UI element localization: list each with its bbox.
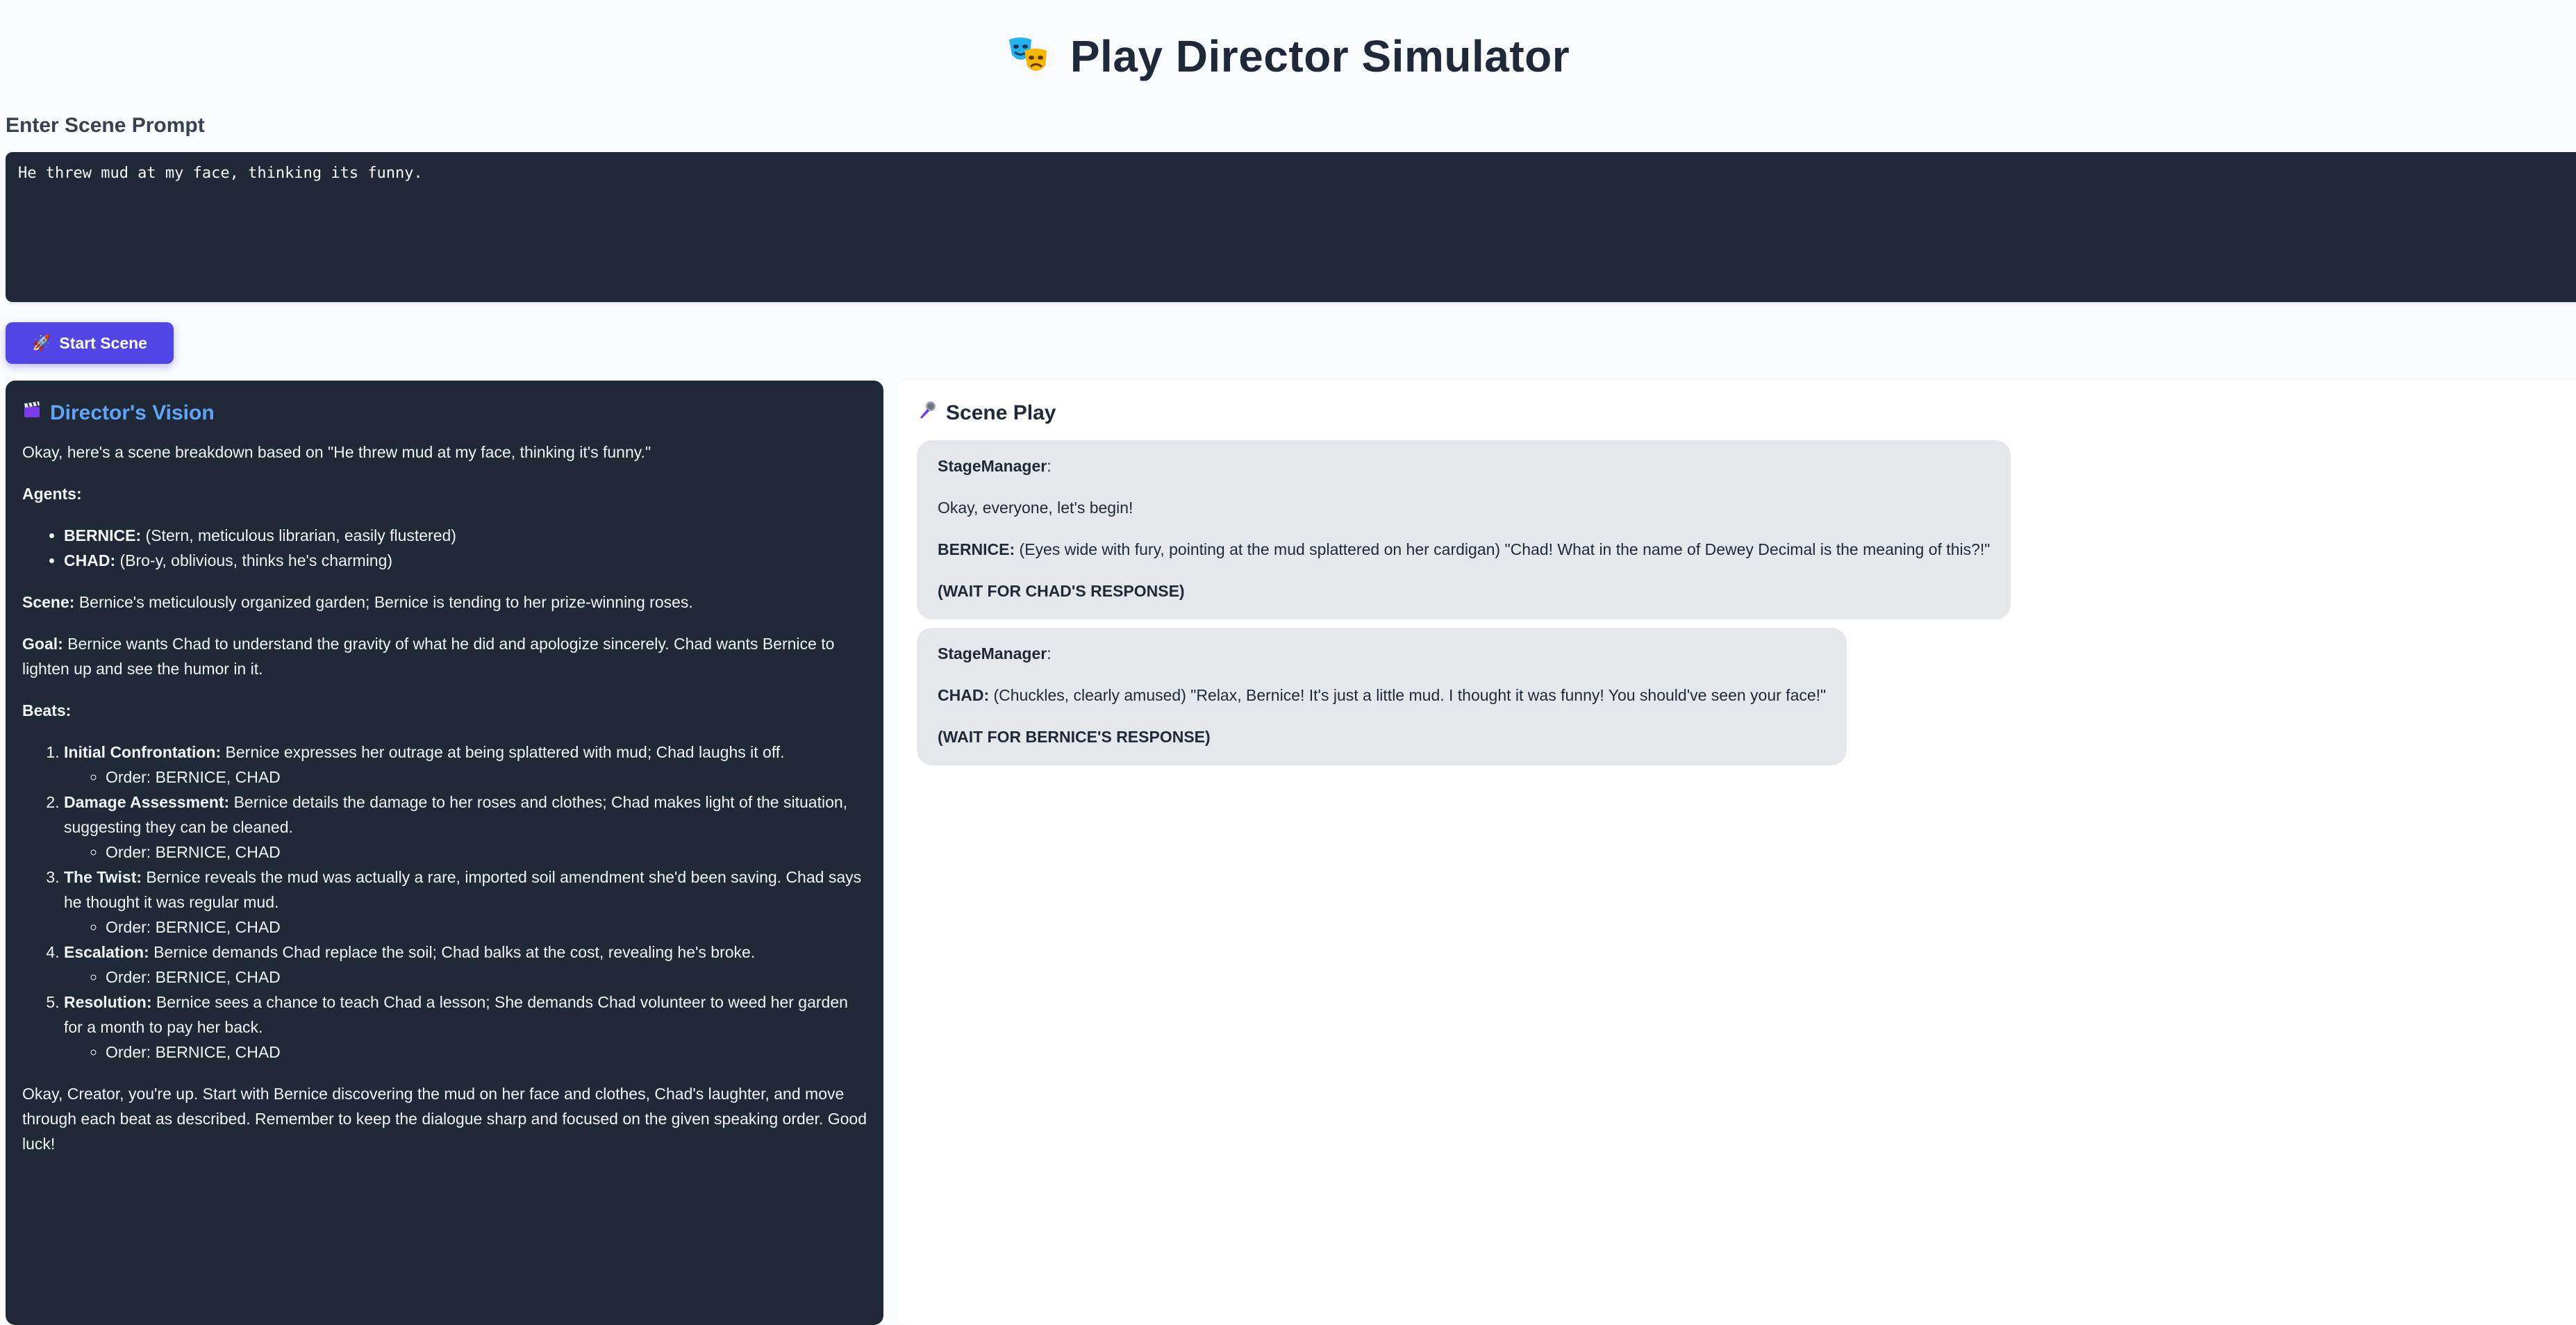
agent-desc: (Stern, meticulous librarian, easily flu… (141, 526, 456, 544)
beat-order: Order: BERNICE, CHAD (106, 1040, 867, 1065)
beat-label: The Twist: (64, 868, 142, 886)
scene-play-header: Scene Play (917, 400, 2576, 426)
beat-order: Order: BERNICE, CHAD (106, 965, 867, 990)
beat-label: Initial Confrontation: (64, 743, 222, 761)
beat-order: Order: BERNICE, CHAD (106, 765, 867, 790)
beat-item: Initial Confrontation: Bernice expresses… (64, 740, 867, 790)
goal-label: Goal: (22, 635, 63, 653)
beat-label: Escalation: (64, 943, 149, 961)
rocket-icon: 🚀 (32, 334, 51, 351)
scene-label: Scene: (22, 593, 75, 611)
director-intro: Okay, here's a scene breakdown based on … (22, 443, 651, 461)
goal-text: Bernice wants Chad to understand the gra… (22, 635, 835, 678)
start-scene-button[interactable]: 🚀 Start Scene (6, 322, 174, 364)
directors-vision-header: Director's Vision (22, 400, 867, 426)
line-text: (Chuckles, clearly amused) "Relax, Berni… (989, 686, 1827, 704)
line-text: (Eyes wide with fury, pointing at the mu… (1015, 540, 1991, 558)
scene-prompt-input[interactable]: He threw mud at my face, thinking its fu… (6, 152, 2576, 302)
chat-message: StageManager: CHAD: (Chuckles, clearly a… (917, 628, 1847, 765)
beat-item: The Twist: Bernice reveals the mud was a… (64, 865, 867, 940)
list-item: CHAD: (Bro-y, oblivious, thinks he's cha… (64, 548, 867, 573)
scene-play-title: Scene Play (946, 401, 1056, 424)
beats-heading: Beats: (22, 701, 72, 719)
agent-name: BERNICE: (64, 526, 142, 544)
beat-label: Resolution: (64, 993, 152, 1011)
beat-label: Damage Assessment: (64, 793, 230, 811)
beat-item: Escalation: Bernice demands Chad replace… (64, 940, 867, 990)
app-title: Play Director Simulator (1070, 31, 1570, 81)
beat-order: Order: BERNICE, CHAD (106, 840, 867, 865)
agents-heading: Agents: (22, 485, 82, 503)
beat-item: Damage Assessment: Bernice details the d… (64, 790, 867, 865)
goal-description: Goal: Bernice wants Chad to understand t… (22, 631, 867, 681)
directors-vision-title: Director's Vision (50, 401, 215, 424)
beat-item: Resolution: Bernice sees a chance to tea… (64, 990, 867, 1065)
beat-text: Bernice sees a chance to teach Chad a le… (64, 993, 848, 1036)
scene-description: Scene: Bernice's meticulously organized … (22, 590, 867, 615)
beat-text: Bernice expresses her outrage at being s… (221, 743, 785, 761)
director-closing: Okay, Creator, you're up. Start with Ber… (22, 1085, 867, 1153)
message-intro: Okay, everyone, let's begin! (938, 499, 1133, 517)
prompt-label: Enter Scene Prompt (6, 114, 205, 137)
theater-masks-icon (1006, 34, 1051, 78)
chat-message: StageManager: Okay, everyone, let's begi… (917, 440, 2011, 619)
app-header: Play Director Simulator (0, 25, 2576, 88)
list-item: BERNICE: (Stern, meticulous librarian, e… (64, 523, 867, 548)
beat-text: Bernice reveals the mud was actually a r… (64, 868, 862, 911)
directors-vision-panel: Director's Vision Okay, here's a scene b… (6, 381, 883, 1325)
clapperboard-icon (22, 400, 42, 426)
beat-text: Bernice demands Chad replace the soil; C… (149, 943, 756, 961)
message-speaker: StageManager (938, 644, 1047, 662)
beat-order: Order: BERNICE, CHAD (106, 915, 867, 940)
wait-cue: (WAIT FOR CHAD'S RESPONSE) (938, 582, 1185, 600)
microphone-icon (917, 400, 938, 426)
line-speaker: CHAD: (938, 686, 990, 704)
agent-desc: (Bro-y, oblivious, thinks he's charming) (115, 551, 393, 569)
wait-cue: (WAIT FOR BERNICE'S RESPONSE) (938, 728, 1211, 746)
scene-play-panel: Scene Play StageManager: Okay, everyone,… (897, 381, 2576, 1325)
scene-text: Bernice's meticulously organized garden;… (74, 593, 693, 611)
message-speaker: StageManager (938, 457, 1047, 475)
start-scene-label: Start Scene (59, 333, 147, 352)
line-speaker: BERNICE: (938, 540, 1015, 558)
agents-list: BERNICE: (Stern, meticulous librarian, e… (22, 523, 867, 573)
beats-list: Initial Confrontation: Bernice expresses… (22, 740, 867, 1065)
agent-name: CHAD: (64, 551, 116, 569)
